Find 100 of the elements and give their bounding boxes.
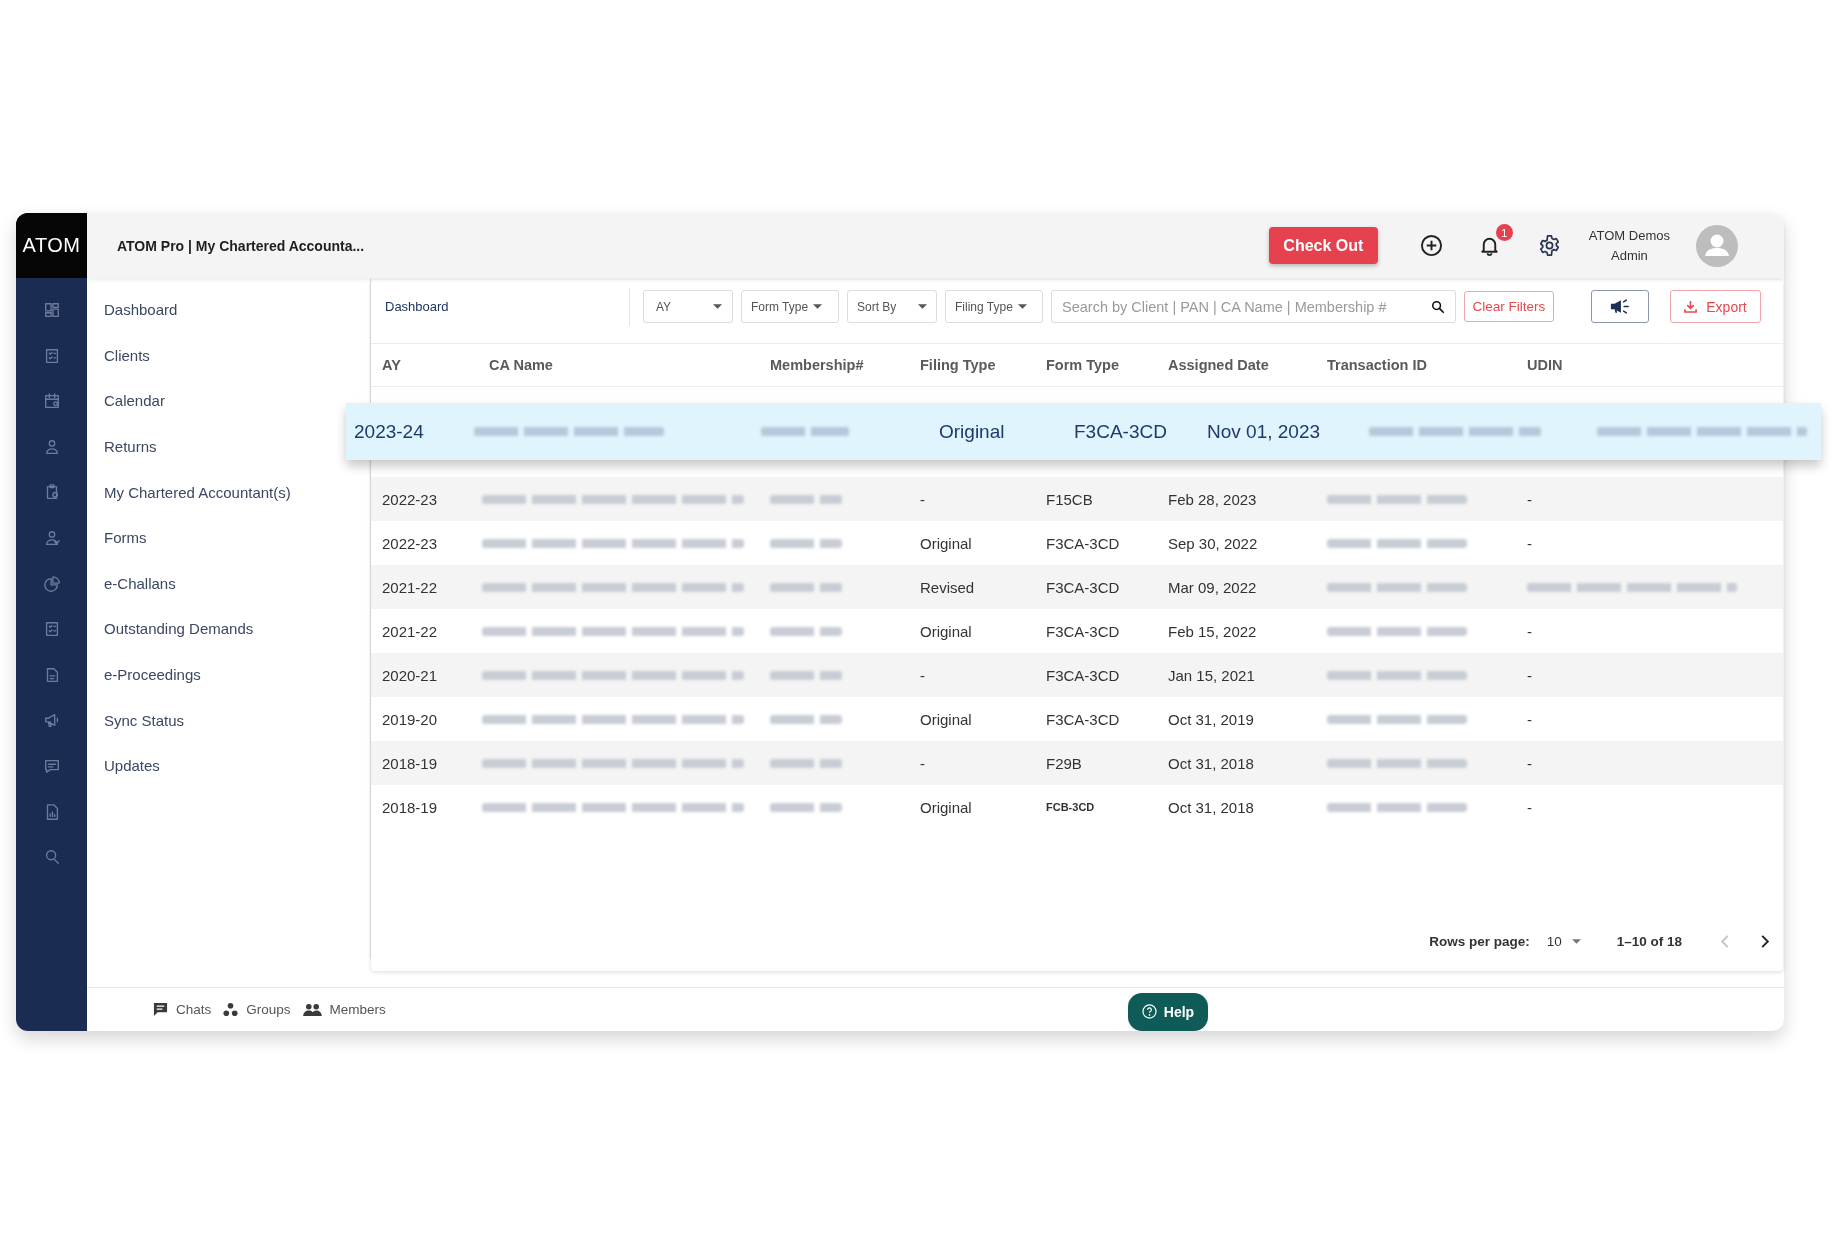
caret-icon	[813, 304, 823, 309]
footer-link[interactable]: Chats	[153, 1002, 212, 1017]
avatar-icon[interactable]	[1696, 224, 1738, 267]
table-cell-text: -	[1526, 798, 1532, 816]
logo: ATOM	[16, 213, 87, 278]
table-cell-text: 2022-23	[381, 534, 438, 552]
filter-dropdown[interactable]: AY	[643, 290, 733, 323]
table-cell-text: 2021-22	[381, 622, 438, 640]
table-cell-text: F29B	[1045, 754, 1082, 772]
table-cell-text: FCB-3CD	[1045, 801, 1095, 813]
caret-icon	[1571, 939, 1581, 944]
breadcrumb[interactable]: Dashboard	[385, 299, 449, 314]
search-field[interactable]: Search by Client | PAN | CA Name | Membership #	[1051, 290, 1456, 323]
table-cell-text: -	[1526, 666, 1532, 684]
table-cell-text: Oct 31, 2018	[1167, 754, 1254, 772]
table-row[interactable]: 2021-22 Revised F3CA-3CD Mar 09, 2022	[371, 565, 1783, 609]
sidebar-item[interactable]: e-Proceedings	[104, 651, 201, 698]
sidebar-item[interactable]: Clients	[104, 332, 150, 379]
table-row[interactable]: 2023-24 Original F3CA-3CD Nov 01, 2023	[346, 403, 1821, 460]
export-button[interactable]: Export	[1670, 290, 1761, 323]
clear-filters-button[interactable]: Clear Filters	[1464, 291, 1554, 322]
table-cell-text: F3CA-3CD	[1045, 534, 1120, 552]
check-out-button[interactable]: Check Out	[1268, 227, 1378, 264]
sidebar-item[interactable]: Calendar	[104, 378, 165, 424]
help-icon	[1141, 1004, 1157, 1019]
table-cell-text: 2020-21	[381, 666, 438, 684]
table-cell: 2023-24	[354, 420, 424, 443]
page-title: ATOM Pro | My Chartered Accounta...	[117, 237, 365, 254]
sidebar-item[interactable]: Sync Status	[104, 697, 185, 743]
table-row[interactable]: 2021-22 Original F3CA-3CD Feb 15, 2022 -	[371, 609, 1783, 653]
sidebar-item[interactable]: Updates	[104, 742, 160, 789]
table-cell-text: F3CA-3CD	[1045, 666, 1120, 684]
table-cell-text: -	[1526, 490, 1532, 508]
table-cell-text: Oct 31, 2019	[1167, 710, 1254, 728]
table-cell-text: -	[919, 754, 925, 772]
announcement-button[interactable]	[1591, 290, 1649, 323]
filter-dropdown[interactable]: Sort By	[847, 290, 937, 323]
sidebar-item[interactable]: Outstanding Demands	[104, 606, 254, 652]
filter-dropdown[interactable]: Form Type	[741, 290, 839, 323]
column-header[interactable]: Assigned Date	[1162, 357, 1269, 373]
caret-icon	[918, 304, 927, 309]
table-cell-text: 2019-20	[381, 710, 438, 728]
table-cell-text: -	[919, 490, 925, 508]
table-row[interactable]: 2022-23 - F15CB Feb 28, 2023 -	[371, 477, 1783, 521]
grid-icon[interactable]	[42, 301, 61, 319]
settings-icon[interactable]	[1537, 234, 1561, 257]
table-cell-text: 2021-22	[381, 578, 438, 596]
sidebar-item[interactable]: My Chartered Accountant(s)	[104, 469, 291, 515]
table-cell-text: -	[1526, 534, 1532, 552]
table-cell-text: Original	[919, 710, 972, 728]
column-header[interactable]: Filing Type	[914, 357, 996, 373]
footer-link[interactable]: Members	[302, 1002, 386, 1017]
add-icon[interactable]	[1419, 234, 1443, 257]
table-cell-text: -	[1526, 622, 1532, 640]
rows-per-page-label: Rows per page:	[1429, 934, 1530, 949]
table-cell-text: -	[1526, 710, 1532, 728]
help-button[interactable]: Help	[1128, 992, 1208, 1031]
chat-icon	[153, 1002, 168, 1017]
table-cell-text: Oct 31, 2018	[1167, 798, 1254, 816]
table-cell-text: Feb 15, 2022	[1167, 622, 1257, 640]
table-row[interactable]: 2022-23 Original F3CA-3CD Sep 30, 2022 -	[371, 521, 1783, 565]
pie-chart-icon[interactable]	[42, 574, 61, 593]
caret-icon	[1017, 304, 1027, 309]
next-page-icon[interactable]	[1760, 934, 1770, 949]
column-header[interactable]: Membership#	[764, 357, 864, 373]
sidebar-item[interactable]: e-Challans	[104, 560, 176, 607]
blurred-text	[770, 494, 842, 504]
footer-link[interactable]: Groups	[223, 1002, 291, 1017]
blurred-text	[770, 802, 842, 812]
table-cell-text: -	[919, 666, 925, 684]
caret-icon	[713, 304, 722, 309]
sidebar-item[interactable]: Forms	[104, 514, 147, 561]
table-cell-text: F15CB	[1045, 490, 1093, 508]
table-row[interactable]: 2018-19 Original FCB-3CD Oct 31, 2018 -	[371, 785, 1783, 829]
calendar-icon[interactable]	[42, 392, 61, 411]
table-cell-text: Mar 09, 2022	[1167, 578, 1257, 596]
sidebar-item[interactable]: Dashboard	[104, 287, 178, 333]
table-row[interactable]: 2019-20 Original F3CA-3CD Oct 31, 2019 -	[371, 697, 1783, 741]
user-role: Admin	[1611, 248, 1648, 263]
people-icon	[302, 1003, 322, 1016]
column-header[interactable]: Transaction ID	[1321, 357, 1427, 373]
table-row[interactable]: 2020-21 - F3CA-3CD Jan 15, 2021 -	[371, 653, 1783, 697]
table-row[interactable]: 2018-19 - F29B Oct 31, 2018 -	[371, 741, 1783, 785]
table-cell-text: -	[1526, 754, 1532, 772]
table-cell-text: F3CA-3CD	[1045, 578, 1120, 596]
search-icon[interactable]	[1431, 299, 1445, 314]
sidebar-item[interactable]: Returns	[104, 423, 157, 470]
column-header[interactable]: UDIN	[1521, 357, 1563, 373]
table-cell-text: Sep 30, 2022	[1167, 534, 1258, 552]
column-header[interactable]: AY	[376, 357, 401, 373]
table-cell-text: F3CA-3CD	[1045, 622, 1120, 640]
column-header[interactable]: CA Name	[476, 357, 553, 373]
blurred-text	[770, 626, 842, 636]
megaphone-icon[interactable]	[42, 711, 61, 730]
column-header[interactable]: Form Type	[1040, 357, 1120, 373]
rows-per-page-dropdown[interactable]: 10	[1546, 934, 1581, 949]
notification-badge: 1	[1495, 224, 1513, 241]
table-cell-text: 2022-23	[381, 490, 438, 508]
filter-dropdown[interactable]: Filing Type	[945, 290, 1043, 323]
table-cell-text: Revised	[919, 578, 975, 596]
